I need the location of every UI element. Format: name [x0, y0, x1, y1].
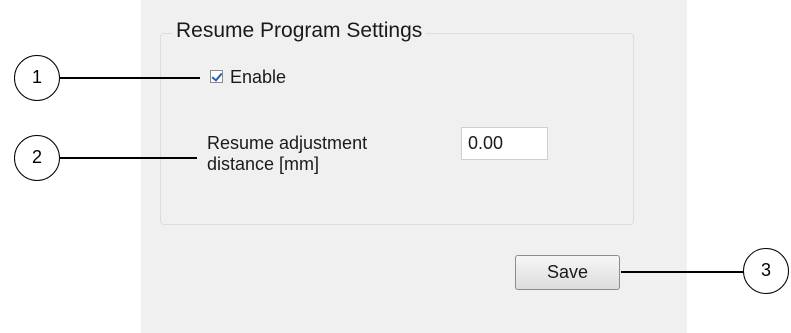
checkmark-icon: [211, 70, 223, 82]
resume-distance-input[interactable]: [461, 127, 548, 160]
callout-marker-2: 2: [14, 135, 60, 181]
resume-settings-groupbox: [160, 33, 634, 225]
callout-line-1: [60, 77, 200, 79]
enable-checkbox[interactable]: [210, 70, 223, 83]
enable-label[interactable]: Enable: [230, 66, 286, 88]
group-title: Resume Program Settings: [172, 18, 427, 44]
callout-marker-1: 1: [14, 55, 60, 101]
callout-line-2: [60, 157, 197, 159]
resume-distance-label: Resume adjustment distance [mm]: [207, 133, 368, 174]
callout-marker-3: 3: [743, 248, 789, 294]
callout-line-3: [621, 271, 751, 273]
save-button[interactable]: Save: [515, 255, 620, 290]
